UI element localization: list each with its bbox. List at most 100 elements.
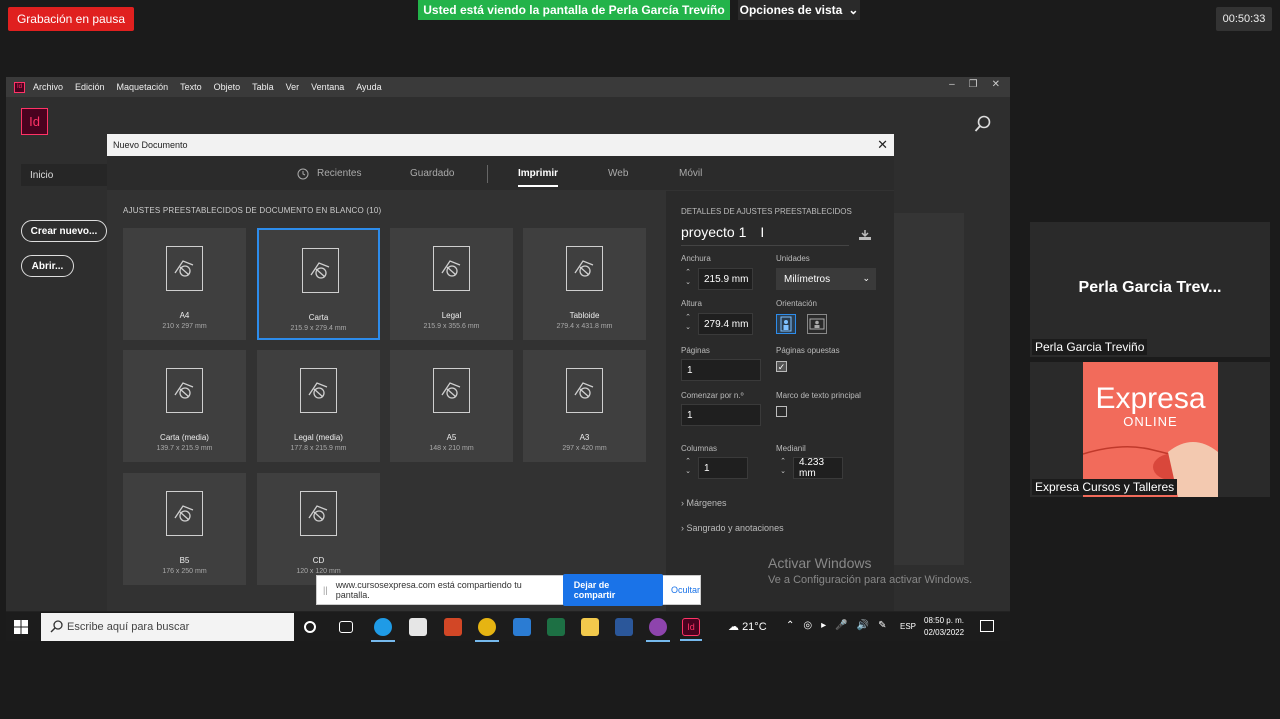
height-stepper[interactable]: ⌃ ⌄ xyxy=(683,313,693,335)
edge-icon[interactable] xyxy=(371,618,395,642)
margins-expander[interactable]: › Márgenes xyxy=(681,498,727,508)
windows-start-icon[interactable] xyxy=(14,620,28,634)
clock-icon xyxy=(297,168,309,180)
primary-text-frame-checkbox[interactable] xyxy=(776,406,787,417)
pen-icon[interactable]: ✎ xyxy=(878,620,886,631)
preset-size: 297 x 420 mm xyxy=(562,445,607,452)
microphone-icon[interactable]: 🎤 xyxy=(835,620,847,631)
mail-icon[interactable] xyxy=(513,618,531,636)
height-label: Altura xyxy=(681,299,702,308)
sidebar-item-inicio[interactable]: Inicio xyxy=(21,164,111,186)
task-view-icon[interactable] xyxy=(339,621,353,633)
speaker-icon[interactable]: 🔊 xyxy=(857,620,869,631)
new-document-dialog: Nuevo Documento ✕ Recientes Guardado Imp… xyxy=(107,134,894,612)
preset-tile-carta-media[interactable]: Carta (media) 139.7 x 215.9 mm xyxy=(123,350,246,462)
document-icon xyxy=(300,368,337,413)
view-options-button[interactable]: Opciones de vista ⌄ xyxy=(738,0,860,20)
menu-maquetacion[interactable]: Maquetación xyxy=(117,82,169,92)
menu-ayuda[interactable]: Ayuda xyxy=(356,82,381,92)
save-preset-icon[interactable] xyxy=(858,229,872,241)
menu-edicion[interactable]: Edición xyxy=(75,82,105,92)
excel-icon[interactable] xyxy=(547,618,565,636)
open-button[interactable]: Abrir... xyxy=(21,255,74,277)
close-icon[interactable]: ✕ xyxy=(877,137,888,153)
preset-name: A3 xyxy=(579,433,590,442)
pages-input[interactable]: 1 xyxy=(681,359,761,381)
tab-web[interactable]: Web xyxy=(608,168,628,179)
word-icon[interactable] xyxy=(615,618,633,636)
expresa-logo-image: Expresa ONLINE xyxy=(1083,362,1218,497)
document-icon xyxy=(300,491,337,536)
search-icon[interactable] xyxy=(974,115,992,133)
chevron-up-icon[interactable]: ⌃ xyxy=(786,620,794,631)
start-page-input[interactable]: 1 xyxy=(681,404,761,426)
menu-ver[interactable]: Ver xyxy=(286,82,300,92)
preset-name: Tabloide xyxy=(569,311,600,320)
store-icon[interactable] xyxy=(409,618,427,636)
gutter-input[interactable]: 4.233 mm xyxy=(793,457,843,479)
preset-tile-cd[interactable]: CD 120 x 120 mm xyxy=(257,473,380,585)
sharing-message: www.cursosexpresa.com está compartiendo … xyxy=(335,580,522,600)
width-stepper[interactable]: ⌃ ⌄ xyxy=(683,268,693,290)
width-input[interactable]: 215.9 mm xyxy=(698,268,753,290)
tab-imprimir[interactable]: Imprimir xyxy=(518,168,559,187)
tab-recientes[interactable]: Recientes xyxy=(317,168,361,179)
drag-handle-icon[interactable]: || xyxy=(323,585,328,595)
tab-movil[interactable]: Móvil xyxy=(679,168,702,179)
presets-heading-text: AJUSTES PREESTABLECIDOS DE DOCUMENTO EN … xyxy=(123,206,364,215)
stop-sharing-button[interactable]: Dejar de compartir xyxy=(562,574,663,606)
columns-label: Columnas xyxy=(681,444,718,453)
indesign-taskbar-icon[interactable]: Id xyxy=(680,618,702,641)
facing-pages-checkbox[interactable]: ✓ xyxy=(776,361,787,372)
preset-tile-carta[interactable]: Carta 215.9 x 279.4 mm xyxy=(257,228,380,340)
bleed-label: Sangrado y anotaciones xyxy=(686,523,784,533)
units-select[interactable]: Milímetros ⌄ xyxy=(776,268,876,290)
tab-guardado[interactable]: Guardado xyxy=(410,168,454,179)
participant-tile[interactable]: Perla Garcia Trev... Perla Garcia Treviñ… xyxy=(1030,222,1270,357)
columns-stepper[interactable]: ⌃ ⌄ xyxy=(683,457,693,479)
participant-tile[interactable]: Expresa ONLINE Expresa Cursos y Talleres xyxy=(1030,362,1270,497)
preset-tile-tabloide[interactable]: Tabloide 279.4 x 431.8 mm xyxy=(523,228,646,340)
preset-size: 210 x 297 mm xyxy=(162,323,207,330)
pages-label: Páginas xyxy=(681,346,710,355)
hide-sharing-bar-link[interactable]: Ocultar xyxy=(671,585,700,595)
preset-tile-a3[interactable]: A3 297 x 420 mm xyxy=(523,350,646,462)
preset-tile-legal-media[interactable]: Legal (media) 177.8 x 215.9 mm xyxy=(257,350,380,462)
height-input[interactable]: 279.4 mm xyxy=(698,313,753,335)
menu-texto[interactable]: Texto xyxy=(180,82,202,92)
cortana-icon[interactable] xyxy=(304,621,316,633)
preset-tile-legal[interactable]: Legal 215.9 x 355.6 mm xyxy=(390,228,513,340)
landscape-orientation-button[interactable] xyxy=(807,314,827,334)
minimize-icon[interactable]: – xyxy=(949,79,955,90)
input-language-indicator[interactable]: ESP xyxy=(900,622,916,631)
taskbar-search-box[interactable]: Escribe aquí para buscar xyxy=(41,613,294,641)
weather-widget[interactable]: ☁ 21°C xyxy=(728,620,767,633)
menu-archivo[interactable]: Archivo xyxy=(33,82,63,92)
preset-tile-a4[interactable]: A4 210 x 297 mm xyxy=(123,228,246,340)
portrait-orientation-button[interactable] xyxy=(776,314,796,334)
tab-separator xyxy=(487,165,488,183)
preset-tile-b5[interactable]: B5 176 x 250 mm xyxy=(123,473,246,585)
close-window-icon[interactable]: ✕ xyxy=(992,79,1000,90)
columns-input[interactable]: 1 xyxy=(698,457,748,479)
preset-tile-a5[interactable]: A5 148 x 210 mm xyxy=(390,350,513,462)
play-icon[interactable]: ▸ xyxy=(821,620,826,631)
restore-icon[interactable]: ❐ xyxy=(969,79,978,90)
chrome-profile-icon[interactable] xyxy=(646,618,670,642)
taskbar-clock[interactable]: 08:50 p. m. 02/03/2022 xyxy=(924,615,964,639)
gutter-stepper[interactable]: ⌃ ⌄ xyxy=(778,457,788,479)
preset-name: CD xyxy=(312,556,325,565)
file-explorer-icon[interactable] xyxy=(581,618,599,636)
menu-ventana[interactable]: Ventana xyxy=(311,82,344,92)
menu-tabla[interactable]: Tabla xyxy=(252,82,274,92)
menu-objeto[interactable]: Objeto xyxy=(214,82,241,92)
meet-now-icon[interactable]: ◎ xyxy=(803,620,812,631)
preset-name: A5 xyxy=(446,433,457,442)
chrome-icon[interactable] xyxy=(475,618,499,642)
powerpoint-icon[interactable] xyxy=(444,618,462,636)
document-name-input[interactable]: proyecto 1 I xyxy=(681,224,849,246)
create-new-button[interactable]: Crear nuevo... xyxy=(21,220,107,242)
notification-center-icon[interactable] xyxy=(980,620,994,632)
clock-date: 02/03/2022 xyxy=(924,628,965,637)
bleed-expander[interactable]: › Sangrado y anotaciones xyxy=(681,523,784,533)
